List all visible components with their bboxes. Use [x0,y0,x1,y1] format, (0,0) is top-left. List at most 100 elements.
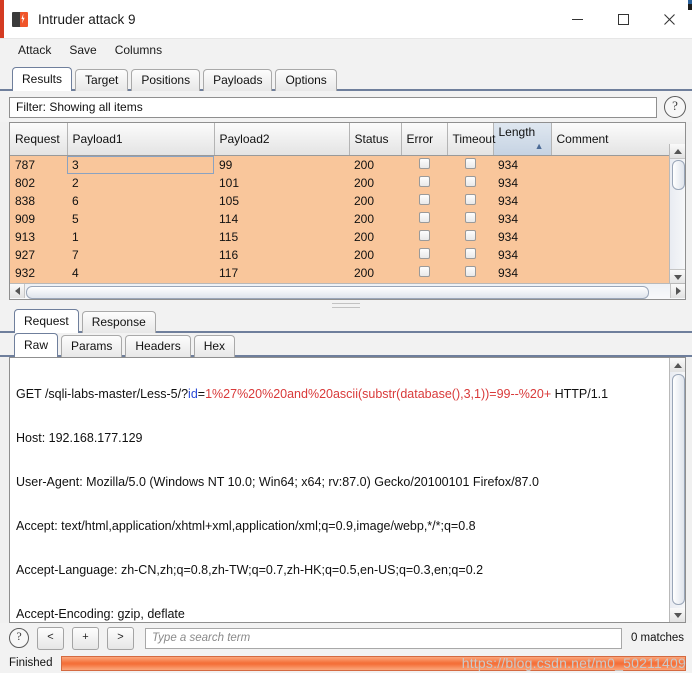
column-header-status[interactable]: Status [349,123,402,156]
tab-params[interactable]: Params [61,335,123,357]
error-checkbox[interactable] [418,248,430,259]
cell-timeout[interactable] [447,228,493,246]
request-scroll-up-arrow-icon[interactable] [670,358,685,372]
cell-comment[interactable] [551,155,685,174]
cell-error[interactable] [401,228,447,246]
tab-response[interactable]: Response [81,311,156,333]
request-line-accept-encoding: Accept-Encoding: gzip, deflate [16,607,185,621]
timeout-checkbox[interactable] [464,158,476,169]
cell-error[interactable] [401,246,447,264]
request-scroll-down-arrow-icon[interactable] [670,608,685,622]
error-checkbox[interactable] [418,158,430,169]
results-hscroll-thumb[interactable] [26,286,649,299]
cell-comment[interactable] [551,192,685,210]
search-help-icon[interactable]: ? [9,628,29,648]
error-checkbox[interactable] [418,266,430,277]
attack-progress-bar [61,655,686,671]
cell-timeout[interactable] [447,246,493,264]
panel-splitter[interactable] [0,300,692,309]
cell-payload1[interactable]: 3 [67,155,214,174]
cell-error[interactable] [401,192,447,210]
cell-timeout[interactable] [447,174,493,192]
column-header-payload1[interactable]: Payload1 [67,123,215,156]
table-row[interactable]: 787 3 99 200 934 [10,155,685,174]
timeout-checkbox[interactable] [464,176,476,187]
search-bar: ? < + > Type a search term 0 matches [0,623,692,653]
question-mark-icon[interactable]: ? [664,96,686,118]
column-header-timeout[interactable]: Timeout [447,123,495,156]
cell-status: 200 [349,228,401,246]
timeout-checkbox[interactable] [464,266,476,277]
tab-request[interactable]: Request [14,309,79,333]
timeout-checkbox[interactable] [464,194,476,205]
tab-headers[interactable]: Headers [125,335,191,357]
scroll-up-arrow-icon[interactable] [670,144,685,159]
scroll-left-arrow-icon[interactable] [10,284,25,298]
tab-options[interactable]: Options [275,69,337,91]
cell-comment[interactable] [551,228,685,246]
cell-comment[interactable] [551,246,685,264]
error-checkbox[interactable] [418,194,430,205]
tab-raw[interactable]: Raw [14,333,59,357]
error-checkbox[interactable] [418,230,430,241]
table-row[interactable]: 932 4 117 200 934 [10,264,685,282]
request-scroll-thumb[interactable] [672,374,685,605]
cell-comment[interactable] [551,210,685,228]
cell-payload2: 105 [214,192,349,210]
table-row[interactable]: 909 5 114 200 934 [10,210,685,228]
menu-item-columns[interactable]: Columns [113,42,164,58]
column-header-length[interactable]: Length ▲ [493,123,552,156]
results-horizontal-scrollbar[interactable] [10,283,685,299]
timeout-checkbox[interactable] [464,248,476,259]
search-add-button[interactable]: + [72,626,99,650]
column-header-error[interactable]: Error [401,123,448,156]
column-header-payload2[interactable]: Payload2 [214,123,350,156]
menu-item-save[interactable]: Save [67,42,98,58]
cell-timeout[interactable] [447,192,493,210]
request-vertical-scrollbar[interactable] [669,358,685,622]
column-header-request[interactable]: Request [10,123,68,156]
minimize-button[interactable] [554,0,600,38]
search-input[interactable]: Type a search term [145,627,622,649]
tab-target[interactable]: Target [75,69,129,91]
table-row[interactable]: 913 1 115 200 934 [10,228,685,246]
request-raw-text[interactable]: GET /sqli-labs-master/Less-5/?id=1%27%20… [10,358,685,622]
results-scroll-thumb[interactable] [672,160,685,190]
cell-length: 934 [493,174,551,192]
cell-comment[interactable] [551,264,685,282]
table-row[interactable]: 838 6 105 200 934 [10,192,685,210]
filter-bar[interactable]: Filter: Showing all items [9,96,657,118]
cell-timeout[interactable] [447,210,493,228]
table-row[interactable]: 927 7 116 200 934 [10,246,685,264]
cell-request: 838 [10,192,67,210]
cell-error[interactable] [401,264,447,282]
cell-error[interactable] [401,155,447,174]
cell-timeout[interactable] [447,264,493,282]
cell-comment[interactable] [551,174,685,192]
error-checkbox[interactable] [418,212,430,223]
column-header-comment[interactable]: Comment [551,123,685,156]
table-row[interactable]: 802 2 101 200 934 [10,174,685,192]
cell-error[interactable] [401,210,447,228]
scroll-down-arrow-icon[interactable] [670,269,685,284]
menu-item-attack[interactable]: Attack [16,42,53,58]
tab-payloads[interactable]: Payloads [203,69,273,91]
request-line-user-agent: User-Agent: Mozilla/5.0 (Windows NT 10.0… [16,475,539,489]
search-prev-button[interactable]: < [37,626,64,650]
tab-results[interactable]: Results [12,67,73,91]
results-vertical-scrollbar[interactable] [669,144,685,284]
scroll-right-arrow-icon[interactable] [670,284,685,298]
tab-hex[interactable]: Hex [193,335,236,357]
cell-timeout[interactable] [447,155,493,174]
close-button[interactable] [646,0,692,38]
tab-positions[interactable]: Positions [131,69,201,91]
cell-request: 802 [10,174,67,192]
error-checkbox[interactable] [418,176,430,187]
timeout-checkbox[interactable] [464,212,476,223]
maximize-button[interactable] [600,0,646,38]
search-next-button[interactable]: > [107,626,134,650]
timeout-checkbox[interactable] [464,230,476,241]
cell-error[interactable] [401,174,447,192]
cell-status: 200 [349,210,401,228]
cell-request: 913 [10,228,67,246]
